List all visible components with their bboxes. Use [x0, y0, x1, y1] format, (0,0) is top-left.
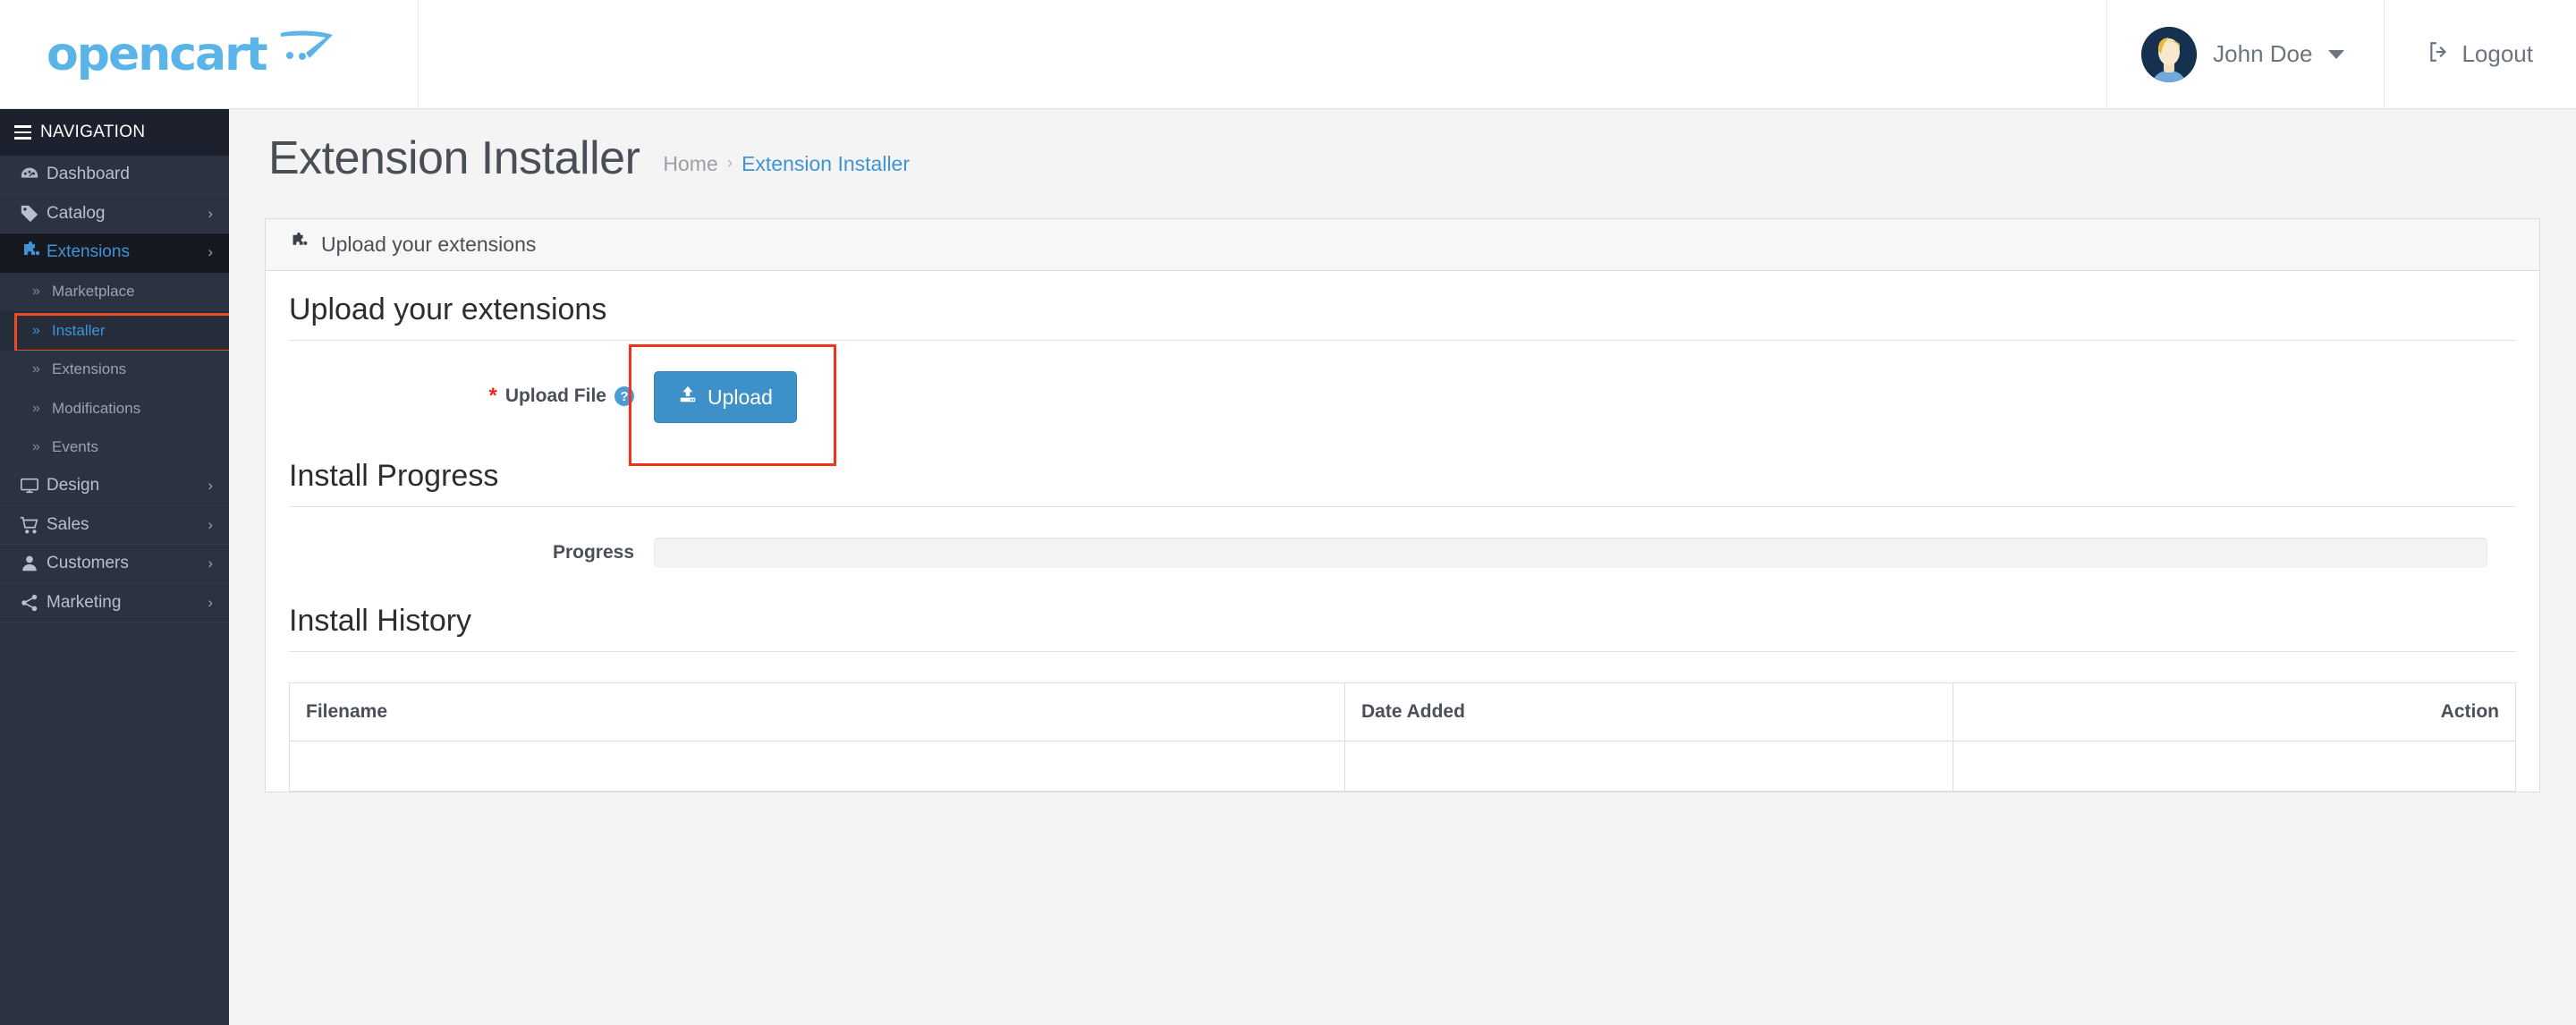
sidebar-subitem-label: Events: [52, 438, 98, 456]
double-chevron-right-icon: »: [32, 361, 40, 377]
sidebar-subitem-label: Modifications: [52, 399, 141, 417]
sidebar-item-label: Dashboard: [47, 165, 130, 184]
person-icon: [20, 554, 47, 573]
page-header: Extension Installer Home › Extension Ins…: [229, 109, 2576, 208]
double-chevron-right-icon: »: [32, 400, 40, 416]
sidebar-item-label: Sales: [47, 514, 89, 534]
brand-logo[interactable]: opencart: [0, 0, 419, 108]
sidebar-item-label: Catalog: [47, 203, 106, 223]
double-chevron-right-icon: »: [32, 322, 40, 338]
logout-label: Logout: [2462, 40, 2533, 67]
sidebar-item-label: Customers: [47, 554, 129, 573]
cell-filename: [289, 741, 1345, 792]
column-header-filename[interactable]: Filename: [289, 682, 1345, 741]
user-menu-button[interactable]: John Doe: [2106, 0, 2384, 108]
double-chevron-right-icon: »: [32, 439, 40, 455]
card-header: Upload your extensions: [266, 219, 2539, 271]
cell-date-added: [1344, 741, 1953, 792]
sidebar-item-marketing[interactable]: Marketing ›: [0, 583, 229, 623]
column-header-date-added[interactable]: Date Added: [1344, 682, 1953, 741]
sidebar-item-sales[interactable]: Sales ›: [0, 505, 229, 545]
install-history-table: Filename Date Added Action: [289, 682, 2516, 792]
table-head: Filename Date Added Action: [289, 682, 2516, 741]
double-chevron-right-icon: »: [32, 284, 40, 300]
required-marker: *: [488, 384, 497, 408]
cell-action: [1953, 741, 2516, 792]
upload-section-title: Upload your extensions: [289, 292, 2516, 341]
share-nodes-icon: [20, 593, 47, 613]
sign-out-icon: [2428, 40, 2451, 68]
upload-file-label: Upload File: [504, 385, 606, 406]
install-progress-row: Progress: [289, 538, 2516, 568]
upload-extensions-card: Upload your extensions Upload your exten…: [265, 218, 2540, 792]
puzzle-piece-icon: [20, 241, 47, 263]
sidebar-subitem-extensions[interactable]: » Extensions: [0, 350, 229, 389]
column-header-action: Action: [1953, 682, 2516, 741]
progress-bar: [654, 538, 2487, 568]
chevron-right-icon: ›: [208, 243, 213, 261]
page-title: Extension Installer: [268, 132, 640, 184]
chevron-right-icon: ›: [208, 515, 213, 533]
puzzle-piece-icon: [289, 232, 309, 258]
table-body: [289, 741, 2516, 792]
table-row: [289, 741, 2516, 792]
tag-icon: [20, 204, 47, 224]
chevron-right-icon: ›: [208, 555, 213, 572]
sidebar-subitem-installer[interactable]: » Installer: [0, 311, 229, 352]
card-header-title: Upload your extensions: [321, 233, 537, 256]
breadcrumb: Home › Extension Installer: [663, 141, 910, 176]
sidebar-subitem-label: Marketplace: [52, 283, 135, 301]
sidebar-item-design[interactable]: Design ›: [0, 467, 229, 506]
header-spacer: [419, 0, 2106, 108]
sidebar-item-label: Extensions: [47, 242, 130, 262]
sidebar-navigation: NAVIGATION Dashboard Catalog › Extension…: [0, 109, 229, 1025]
sidebar-item-dashboard[interactable]: Dashboard: [0, 156, 229, 195]
sidebar-item-label: Marketing: [47, 592, 122, 612]
user-name-label: John Doe: [2213, 40, 2313, 67]
table-header-row: Filename Date Added Action: [289, 682, 2516, 741]
breadcrumb-home[interactable]: Home: [663, 152, 717, 176]
main-content: Extension Installer Home › Extension Ins…: [229, 109, 2576, 1025]
cart-icon: [20, 515, 47, 535]
sidebar-subitem-modifications[interactable]: » Modifications: [0, 389, 229, 428]
upload-file-row: * Upload File ? Upload: [289, 344, 2516, 466]
logout-button[interactable]: Logout: [2384, 0, 2576, 108]
upload-button-label: Upload: [708, 385, 773, 409]
install-history-title: Install History: [289, 604, 2516, 652]
breadcrumb-current[interactable]: Extension Installer: [741, 152, 910, 176]
monitor-icon: [20, 476, 47, 496]
sidebar-subitem-events[interactable]: » Events: [0, 428, 229, 467]
caret-down-icon: [2328, 49, 2345, 59]
sidebar-item-extensions[interactable]: Extensions ›: [0, 233, 229, 273]
chevron-right-icon: ›: [208, 593, 213, 611]
dashboard-gauge-icon: [20, 165, 47, 184]
card-body: Upload your extensions * Upload File ? U…: [266, 271, 2539, 792]
sidebar-item-customers[interactable]: Customers ›: [0, 545, 229, 584]
upload-icon: [678, 385, 698, 410]
sidebar-item-label: Design: [47, 476, 100, 496]
install-progress-title: Install Progress: [289, 459, 2516, 507]
help-icon[interactable]: ?: [614, 386, 634, 406]
hamburger-icon: [14, 122, 31, 143]
navigation-title: NAVIGATION: [40, 123, 146, 141]
upload-button[interactable]: Upload: [654, 371, 797, 423]
chevron-right-icon: ›: [208, 477, 213, 495]
sidebar-item-catalog[interactable]: Catalog ›: [0, 194, 229, 233]
shopping-cart-swoosh-icon: [277, 28, 336, 68]
sidebar-subitem-label: Installer: [52, 321, 106, 339]
opencart-logo-text: opencart: [47, 27, 268, 81]
sidebar-subitem-label: Extensions: [52, 360, 127, 378]
chevron-right-icon: ›: [208, 204, 213, 222]
navigation-header[interactable]: NAVIGATION: [0, 109, 229, 156]
breadcrumb-separator: ›: [726, 154, 733, 173]
top-header-bar: opencart John Doe Logout: [0, 0, 2576, 109]
progress-label: Progress: [552, 542, 634, 563]
upload-file-label-group: * Upload File ?: [289, 371, 654, 407]
sidebar-subitem-marketplace[interactable]: » Marketplace: [0, 272, 229, 311]
avatar: [2141, 26, 2198, 82]
upload-file-field: Upload: [629, 344, 2516, 466]
